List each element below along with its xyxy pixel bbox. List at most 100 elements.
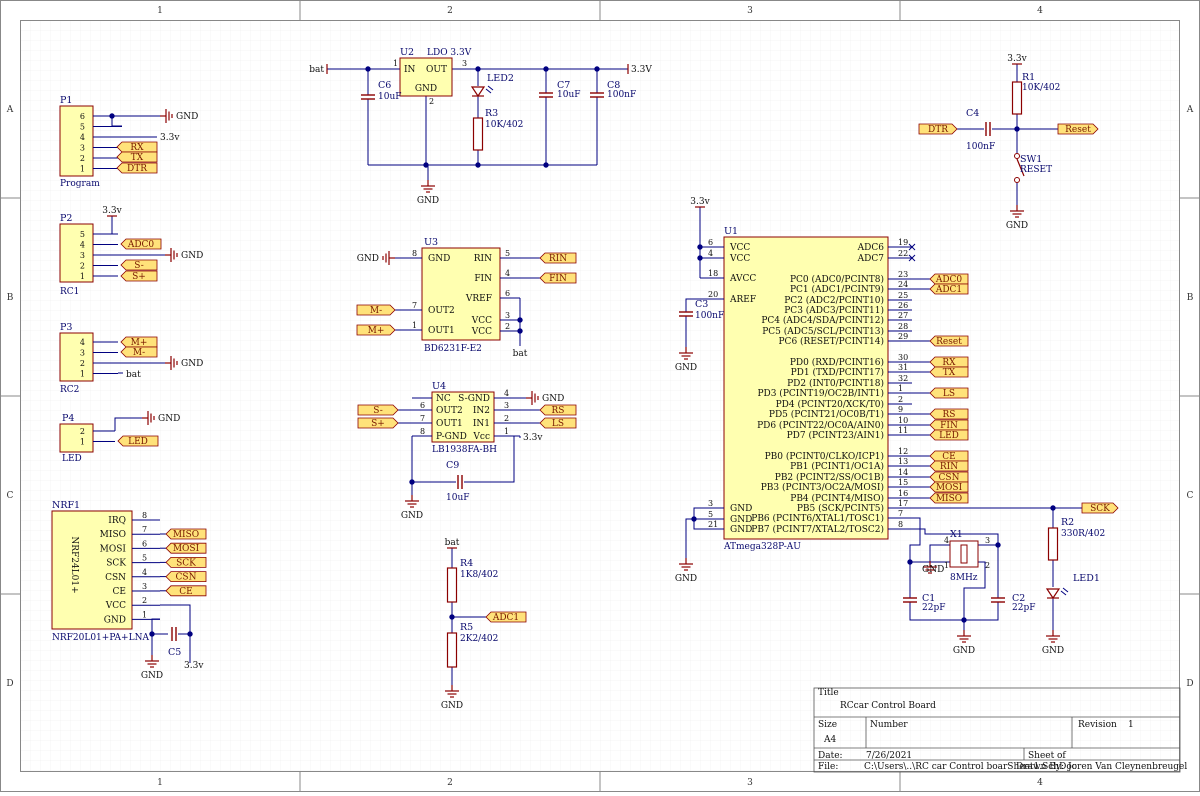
designator: C4 [966,108,979,119]
value: RC2 [60,385,79,395]
connector-body [59,223,94,283]
net-label: MISO [165,528,207,540]
pin-name: PD4 (PCINT20/XCK/T0) [776,399,884,410]
pin-number: 22 [898,249,908,258]
value: 10uF [557,90,581,100]
pin-number: 4 [80,133,85,142]
revision-value: 1 [1128,720,1134,730]
net-label-text: MISO [936,494,962,504]
designator: U2 [400,47,414,58]
pin-name: OUT1 [436,419,463,429]
size-value: A4 [823,735,836,745]
zone-col-label: 2 [447,6,453,16]
net-label: S+ [357,417,399,429]
ground-label: GND [1042,646,1064,656]
net-label: RS [929,408,969,420]
pin-number: 2 [80,154,85,163]
net-label: SCK [1081,502,1119,514]
pin-name: GND [730,515,752,525]
net-label-text: RS [943,410,956,420]
pin-name: IN [404,65,416,75]
junction-dot [475,162,481,168]
pin-name: IN2 [473,406,490,416]
pin-name: GND [104,615,126,625]
value: 10K/402 [1022,83,1060,93]
pin-number: 2 [985,561,990,570]
pin-number: 32 [898,374,908,383]
value: RC1 [60,287,79,297]
resistor-r4 [446,567,458,603]
value: 10K/402 [485,120,523,130]
title-value: RCcar Control Board [840,701,936,711]
zone-row-label: C [7,491,14,501]
pin-number: 4 [504,389,509,398]
net-label-text: M- [133,348,145,358]
net-label-text: FIN [940,421,958,431]
net-label: M- [120,346,158,358]
value: NRF20L01+PA+LNA [52,633,149,643]
zone-row-label: D [1186,679,1193,689]
value: RESET [1020,165,1052,175]
designator: C9 [446,460,459,471]
net-label: LS [539,417,577,429]
pin-number: 14 [898,468,908,477]
net-label-text: LS [552,419,564,429]
designator: P3 [60,322,72,333]
pin-number: 8 [420,427,425,436]
pin-number: 3 [80,349,85,358]
pin-number: 1 [80,165,85,174]
net-label-text: MOSI [936,483,963,493]
pin-number: 3 [462,59,467,68]
pin-name: Vcc [472,432,490,442]
resistor-r5 [446,632,458,668]
net-label: RIN [539,252,577,264]
connector-body [59,105,94,177]
pin-number: 2 [898,395,903,404]
pin-name: PC4 (ADC4/SDA/PCINT12) [761,315,884,326]
pin-number: 3 [985,536,990,545]
value: Program [60,179,100,189]
pin-number: 2 [142,596,147,605]
pin-name: ADC6 [857,243,885,253]
pin-number: 20 [708,290,718,299]
pin-number: 24 [898,280,908,289]
net-label-text: RIN [549,254,567,264]
ground-label: GND [441,701,463,711]
designator: C6 [378,80,391,91]
ground-label: GND [141,671,163,681]
pin-number: 26 [898,301,908,310]
pin-name: PD1 (TXD/PCINT17) [791,367,884,378]
net-label: LS [929,387,969,399]
pin-number: 28 [898,322,908,331]
pin-name: PD5 (PCINT21/OC0B/T1) [769,409,884,420]
pin-name: IRQ [108,516,126,526]
resistor-r1 [1011,81,1023,115]
net-label: MISO [929,492,969,504]
net-label-text: S+ [371,419,385,429]
net-label-text: DTR [928,125,948,135]
power-label: 3.3v [184,661,204,671]
pin-number: 1 [80,438,85,447]
power-port: 3.3v [690,197,711,208]
pin-name: P-GND [436,432,467,442]
power-label: 3.3v [690,197,710,207]
pin-name: PC6 (RESET/PCINT14) [779,336,885,347]
pin-name: PC2 (ADC2/PCINT10) [784,295,884,306]
pin-name: IN1 [473,419,490,429]
pin-name: PC3 (ADC3/PCINT11) [784,305,884,316]
pin-number: 10 [898,416,908,425]
value: ATmega328P-AU [723,542,801,552]
net-label: CSN [929,471,969,483]
net-label: M+ [120,336,158,348]
net-label-text: TX [943,368,956,378]
pin-number: 3 [80,144,85,153]
net-label: SCK [165,557,207,568]
ground-label: GND [181,359,203,369]
pin-number: 7 [420,414,425,423]
net-label-text: DTR [127,164,147,174]
pin-name: PB6 (PCINT6/XTAL1/TOSC1) [751,513,884,524]
power-label: bat [445,538,460,548]
pin-number: 5 [142,554,147,563]
pin-name: RIN [474,254,492,264]
pin-name: GND [730,525,752,535]
